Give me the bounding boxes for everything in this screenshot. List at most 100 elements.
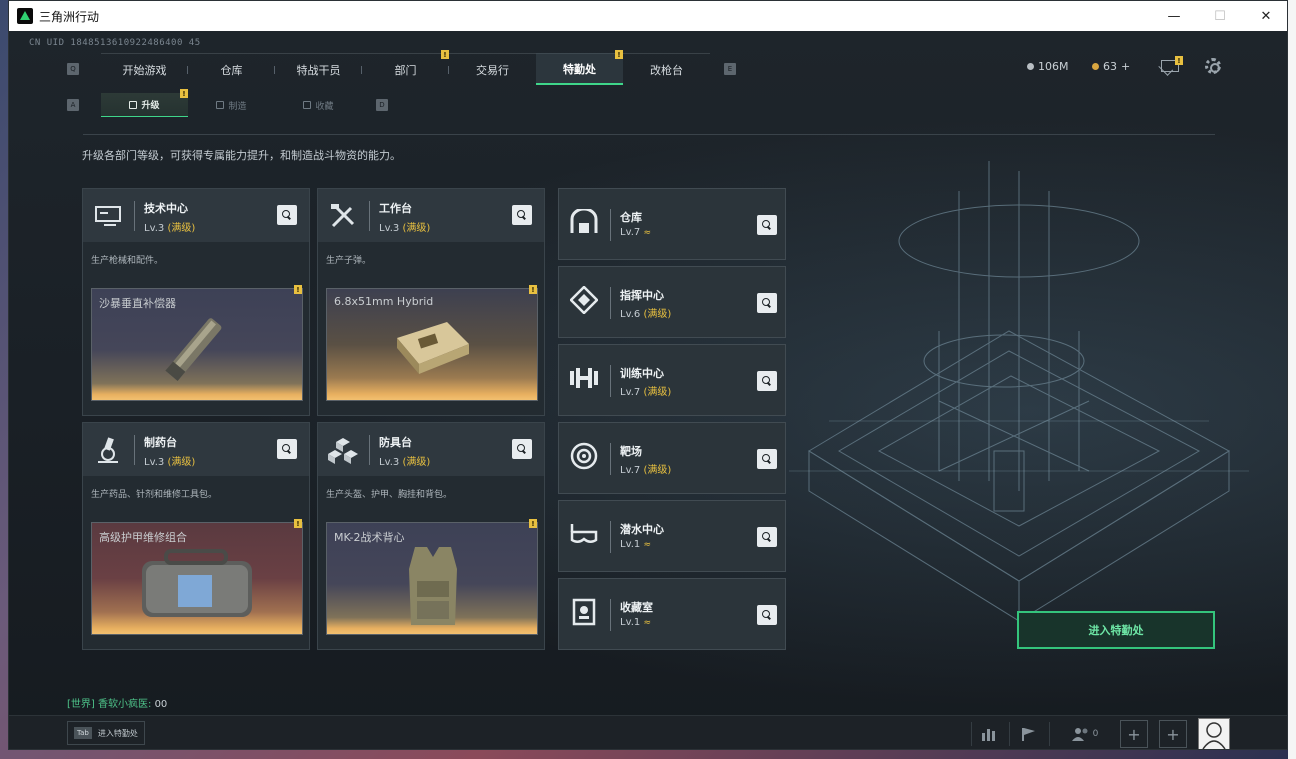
warehouse-icon xyxy=(569,207,599,237)
upgradeable-icon: ≈ xyxy=(643,618,651,628)
tab-key-hint-button[interactable]: Tab 进入特勤处 xyxy=(67,721,145,745)
card-pharmacy[interactable]: 制药台 Lv.3 (满级) 生产药品、针剂和维修工具包。 高级护甲维修组合 ! xyxy=(82,422,310,650)
minimize-button[interactable]: — xyxy=(1151,1,1197,31)
search-button[interactable] xyxy=(757,371,777,391)
item-name: 6.8x51mm Hybrid xyxy=(334,295,434,308)
level-value: Lv.3 xyxy=(144,457,165,468)
target-icon xyxy=(569,441,599,471)
craft-icon xyxy=(216,101,225,109)
search-button[interactable] xyxy=(757,293,777,313)
app-logo-icon xyxy=(17,8,33,24)
building-description: 生产头盔、护甲、胸挂和背包。 xyxy=(326,490,453,500)
tab-departments[interactable]: 部门 ! xyxy=(362,50,449,85)
add-gold-button[interactable]: + xyxy=(1121,60,1130,73)
alert-badge: ! xyxy=(180,89,188,98)
card-header: 防具台 Lv.3 (满级) xyxy=(318,423,544,476)
search-button[interactable] xyxy=(277,205,297,225)
gold-currency[interactable]: 63 + xyxy=(1092,60,1130,73)
add-party-slot-button[interactable]: + xyxy=(1120,720,1148,748)
title-bar: 三角洲行动 — ☐ ✕ xyxy=(9,1,1287,31)
upgradeable-icon: ≈ xyxy=(643,228,651,238)
card-tech-center[interactable]: 技术中心 Lv.3 (满级) 生产枪械和配件。 沙暴垂直补偿器 ! xyxy=(82,188,310,416)
building-name: 仓库 xyxy=(620,211,642,224)
item-name: 高级护甲维修组合 xyxy=(99,531,187,544)
player-uid: CN UID 1848513610922486400 45 xyxy=(29,38,201,48)
alert-badge: ! xyxy=(615,50,623,59)
search-button[interactable] xyxy=(512,439,532,459)
sub-nav: A 升级 ! 制造 收藏 D xyxy=(67,89,388,117)
maximize-button[interactable]: ☐ xyxy=(1197,1,1243,31)
player-avatar[interactable] xyxy=(1198,718,1230,749)
microscope-icon xyxy=(93,435,123,465)
level-value: Lv.7 xyxy=(620,387,641,398)
card-warehouse[interactable]: 仓库 Lv.7 ≈ xyxy=(558,188,786,260)
chat-message: 00 xyxy=(154,699,168,710)
world-chat-line[interactable]: [世界] 香软小疯医: 00 xyxy=(67,695,167,710)
bottom-bar: Tab 进入特勤处 0 + + xyxy=(9,715,1287,749)
ammo-box-image xyxy=(397,322,469,374)
building-name: 潜水中心 xyxy=(620,523,664,536)
bottom-divider xyxy=(1009,722,1010,746)
page-description: 升级各部门等级，可获得专属能力提升，和制造战斗物资的能力。 xyxy=(82,149,401,162)
subtab-label: 收藏 xyxy=(315,101,334,112)
card-workbench[interactable]: 工作台 Lv.3 (满级) 生产子弹。 6.8x51mm Hybrid ! xyxy=(317,188,545,416)
trophy-case-icon xyxy=(569,597,599,627)
compensator-image xyxy=(165,318,222,381)
building-description: 生产子弹。 xyxy=(326,256,372,266)
search-button[interactable] xyxy=(757,215,777,235)
stats-chart-icon[interactable] xyxy=(977,722,1001,746)
tab-key-label: Tab xyxy=(74,727,92,739)
close-button[interactable]: ✕ xyxy=(1243,1,1287,31)
craft-item-slot[interactable]: 沙暴垂直补偿器 ! xyxy=(91,285,303,401)
add-party-slot-button[interactable]: + xyxy=(1159,720,1187,748)
level-value: Lv.1 xyxy=(620,539,641,550)
card-training-center[interactable]: 训练中心 Lv.7 (满级) xyxy=(558,344,786,416)
friends-count: 0 xyxy=(1092,729,1099,739)
subtab-label: 升级 xyxy=(141,101,160,111)
tab-warehouse[interactable]: 仓库 xyxy=(188,53,275,85)
search-button[interactable] xyxy=(512,205,532,225)
max-level-label: (满级) xyxy=(643,465,672,476)
tools-icon xyxy=(328,201,358,231)
cubes-icon xyxy=(328,435,358,465)
nav-next-key-hint: E xyxy=(724,63,736,75)
card-divider xyxy=(610,209,611,241)
alert-badge: ! xyxy=(529,519,537,528)
card-shooting-range[interactable]: 靶场 Lv.7 (满级) xyxy=(558,422,786,494)
header-divider xyxy=(369,435,370,465)
item-name: MK-2战术背心 xyxy=(334,531,405,544)
tab-operators[interactable]: 特战干员 xyxy=(275,53,362,85)
enter-special-ops-button[interactable]: 进入特勤处 xyxy=(1017,611,1215,649)
settings-gear-icon[interactable] xyxy=(1205,58,1221,74)
search-button[interactable] xyxy=(277,439,297,459)
collection-icon xyxy=(303,101,312,109)
tab-label: 改枪台 xyxy=(650,63,683,77)
subtab-upgrade[interactable]: 升级 ! xyxy=(101,89,188,117)
item-name: 沙暴垂直补偿器 xyxy=(99,297,176,310)
card-armor-bench[interactable]: 防具台 Lv.3 (满级) 生产头盔、护甲、胸挂和背包。 MK-2战术背心 ! xyxy=(317,422,545,650)
card-diving-center[interactable]: 潜水中心 Lv.1 ≈ xyxy=(558,500,786,572)
card-command-center[interactable]: 指挥中心 Lv.6 (满级) xyxy=(558,266,786,338)
flag-icon[interactable] xyxy=(1017,722,1041,746)
craft-item-slot[interactable]: MK-2战术背心 ! xyxy=(326,519,538,635)
friends-icon[interactable]: 0 xyxy=(1065,722,1105,746)
subtab-collection[interactable]: 收藏 xyxy=(275,93,362,117)
craft-item-slot[interactable]: 高级护甲维修组合 ! xyxy=(91,519,303,635)
search-button[interactable] xyxy=(757,527,777,547)
level-value: Lv.6 xyxy=(620,309,641,320)
search-button[interactable] xyxy=(757,605,777,625)
subtab-craft[interactable]: 制造 xyxy=(188,93,275,117)
card-header: 制药台 Lv.3 (满级) xyxy=(83,423,309,476)
craft-item-slot[interactable]: 6.8x51mm Hybrid ! xyxy=(326,285,538,401)
silver-currency[interactable]: 106M xyxy=(1027,60,1069,73)
search-button[interactable] xyxy=(757,449,777,469)
chat-user: 香软小疯医: xyxy=(98,699,152,710)
building-name: 指挥中心 xyxy=(620,289,664,302)
building-level: Lv.7 (满级) xyxy=(620,383,671,398)
card-collection-room[interactable]: 收藏室 Lv.1 ≈ xyxy=(558,578,786,650)
tab-market[interactable]: 交易行 xyxy=(449,53,536,85)
tab-gunsmith[interactable]: 改枪台 xyxy=(623,53,710,85)
tab-start-game[interactable]: 开始游戏 xyxy=(101,53,188,85)
tab-special-ops[interactable]: 特勤处 ! xyxy=(536,50,623,85)
bottom-divider xyxy=(1049,722,1050,746)
